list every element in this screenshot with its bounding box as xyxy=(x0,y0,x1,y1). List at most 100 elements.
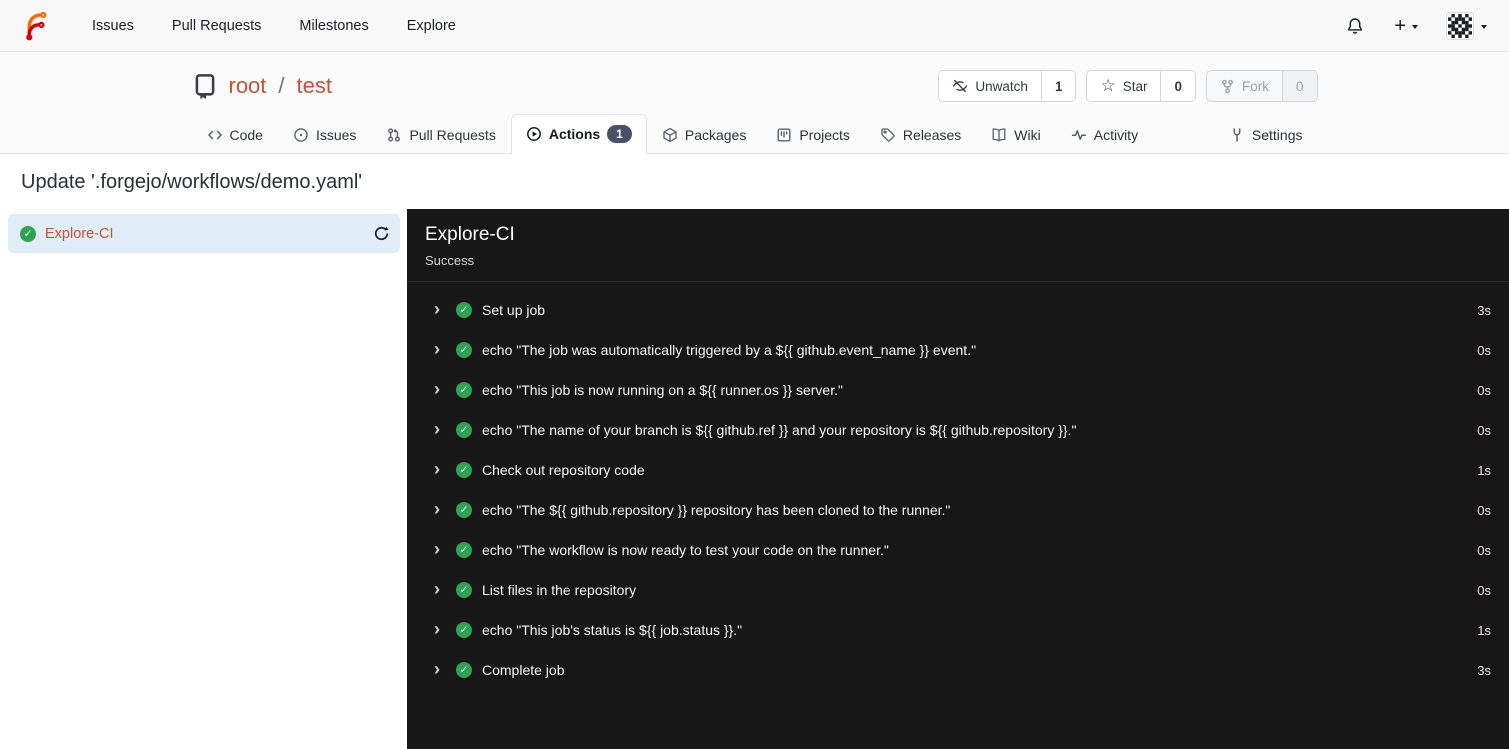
check-circle-icon: ✓ xyxy=(456,422,472,439)
step-row[interactable]: › ✓ echo "The workflow is now ready to t… xyxy=(407,530,1509,570)
chevron-right-icon: › xyxy=(434,578,440,599)
nav-link-issues[interactable]: Issues xyxy=(73,10,153,42)
step-row[interactable]: › ✓ echo "This job is now running on a $… xyxy=(407,370,1509,410)
sync-icon xyxy=(374,227,389,241)
chevron-right-icon: › xyxy=(434,538,440,559)
step-duration: 1s xyxy=(1477,462,1491,478)
nav-link-explore[interactable]: Explore xyxy=(388,10,475,42)
repo-name-link[interactable]: test xyxy=(297,73,332,99)
check-circle-icon: ✓ xyxy=(456,342,472,359)
tab-settings[interactable]: Settings xyxy=(1214,116,1318,154)
job-log-header: Explore-CI Success xyxy=(407,209,1509,283)
step-name: echo "The name of your branch is ${{ git… xyxy=(482,422,1077,439)
step-duration: 0s xyxy=(1477,342,1491,358)
identicon-avatar xyxy=(1448,13,1472,38)
play-circle-icon xyxy=(526,126,542,142)
pull-request-icon xyxy=(386,127,402,143)
chevron-right-icon: › xyxy=(434,378,440,399)
step-row[interactable]: › ✓ Set up job 3s xyxy=(407,290,1509,330)
job-status-text: Success xyxy=(425,253,475,269)
tab-activity[interactable]: Activity xyxy=(1056,116,1153,154)
check-circle-icon: ✓ xyxy=(456,462,472,479)
caret-down-icon xyxy=(1412,24,1418,29)
step-row[interactable]: › ✓ List files in the repository 0s xyxy=(407,570,1509,610)
job-name: Explore-CI xyxy=(45,225,114,242)
tab-code[interactable]: Code xyxy=(192,116,278,154)
tab-issues[interactable]: Issues xyxy=(278,116,371,154)
step-row[interactable]: › ✓ Complete job 3s xyxy=(407,650,1509,690)
tag-icon xyxy=(880,127,896,143)
top-navbar: Issues Pull Requests Milestones Explore … xyxy=(0,0,1509,52)
check-circle-icon: ✓ xyxy=(456,382,472,399)
code-icon xyxy=(207,127,223,143)
chevron-right-icon: › xyxy=(434,338,440,359)
job-list-item[interactable]: ✓ Explore-CI xyxy=(8,214,400,254)
star-count[interactable]: 0 xyxy=(1160,71,1195,101)
check-circle-icon: ✓ xyxy=(456,502,472,519)
step-name: echo "The job was automatically triggere… xyxy=(482,342,977,359)
step-name: echo "This job's status is ${{ job.statu… xyxy=(482,622,743,639)
tab-label: Projects xyxy=(799,127,850,144)
tab-packages[interactable]: Packages xyxy=(647,116,761,154)
fork-button-group: Fork 0 xyxy=(1205,70,1318,102)
tab-label: Pull Requests xyxy=(409,127,496,144)
watch-count[interactable]: 1 xyxy=(1040,71,1076,101)
step-name: echo "The ${{ github.repository }} repos… xyxy=(482,502,951,519)
step-name: List files in the repository xyxy=(482,582,637,599)
tab-pull-requests[interactable]: Pull Requests xyxy=(371,116,510,154)
rerun-button[interactable] xyxy=(373,225,390,242)
issue-icon xyxy=(293,127,309,143)
tab-label: Packages xyxy=(684,127,747,144)
tab-label: Releases xyxy=(902,127,962,144)
bell-icon xyxy=(1348,17,1363,34)
step-duration: 3s xyxy=(1477,302,1491,318)
fork-label: Fork xyxy=(1241,78,1269,94)
create-new-button[interactable]: + xyxy=(1382,10,1430,42)
star-button[interactable]: ☆ Star xyxy=(1087,71,1160,101)
project-icon xyxy=(776,127,792,143)
run-title: Update '.forgejo/workflows/demo.yaml' xyxy=(21,171,363,194)
user-menu-button[interactable] xyxy=(1436,6,1489,46)
forgejo-logo-icon xyxy=(26,11,47,41)
check-circle-icon: ✓ xyxy=(456,302,472,319)
star-icon: ☆ xyxy=(1100,75,1116,95)
tab-projects[interactable]: Projects xyxy=(761,116,865,154)
tab-releases[interactable]: Releases xyxy=(865,116,976,154)
step-row[interactable]: › ✓ echo "The job was automatically trig… xyxy=(407,330,1509,370)
step-duration: 0s xyxy=(1477,382,1491,398)
check-circle-icon: ✓ xyxy=(20,225,36,242)
tab-wiki[interactable]: Wiki xyxy=(976,116,1055,154)
unwatch-button[interactable]: Unwatch xyxy=(939,71,1041,101)
step-name: Set up job xyxy=(482,302,546,319)
nav-link-milestones[interactable]: Milestones xyxy=(280,10,387,42)
step-row[interactable]: › ✓ Check out repository code 1s xyxy=(407,450,1509,490)
check-circle-icon: ✓ xyxy=(456,542,472,559)
watch-button-group: Unwatch 1 xyxy=(938,70,1077,102)
check-circle-icon: ✓ xyxy=(456,622,472,639)
step-duration: 1s xyxy=(1477,622,1491,638)
notifications-button[interactable] xyxy=(1334,11,1376,41)
run-content: ✓ Explore-CI Explore-CI Success › ✓ Set … xyxy=(0,209,1509,749)
check-circle-icon: ✓ xyxy=(456,582,472,599)
chevron-right-icon: › xyxy=(434,418,440,439)
tab-label: Settings xyxy=(1251,127,1303,144)
job-log-panel: Explore-CI Success › ✓ Set up job 3s › ✓… xyxy=(407,209,1509,749)
eye-slash-icon xyxy=(953,79,968,93)
fork-count[interactable]: 0 xyxy=(1281,71,1317,101)
step-row[interactable]: › ✓ echo "The name of your branch is ${{… xyxy=(407,410,1509,450)
nav-link-pull-requests[interactable]: Pull Requests xyxy=(153,10,280,42)
step-name: echo "This job is now running on a ${{ r… xyxy=(482,382,843,399)
tab-actions[interactable]: Actions 1 xyxy=(510,114,647,155)
fork-button[interactable]: Fork xyxy=(1207,71,1282,101)
step-row[interactable]: › ✓ echo "The ${{ github.repository }} r… xyxy=(407,490,1509,530)
step-duration: 0s xyxy=(1477,502,1491,518)
actions-count-badge: 1 xyxy=(607,125,632,144)
repo-owner-link[interactable]: root xyxy=(229,73,267,99)
repo-path-separator: / xyxy=(278,73,285,98)
chevron-right-icon: › xyxy=(434,658,440,679)
main-nav: Issues Pull Requests Milestones Explore xyxy=(73,10,475,42)
forgejo-logo[interactable] xyxy=(20,10,51,41)
step-row[interactable]: › ✓ echo "This job's status is ${{ job.s… xyxy=(407,610,1509,650)
repo-action-buttons: Unwatch 1 ☆ Star 0 Fork 0 xyxy=(938,70,1318,102)
chevron-right-icon: › xyxy=(434,298,440,319)
